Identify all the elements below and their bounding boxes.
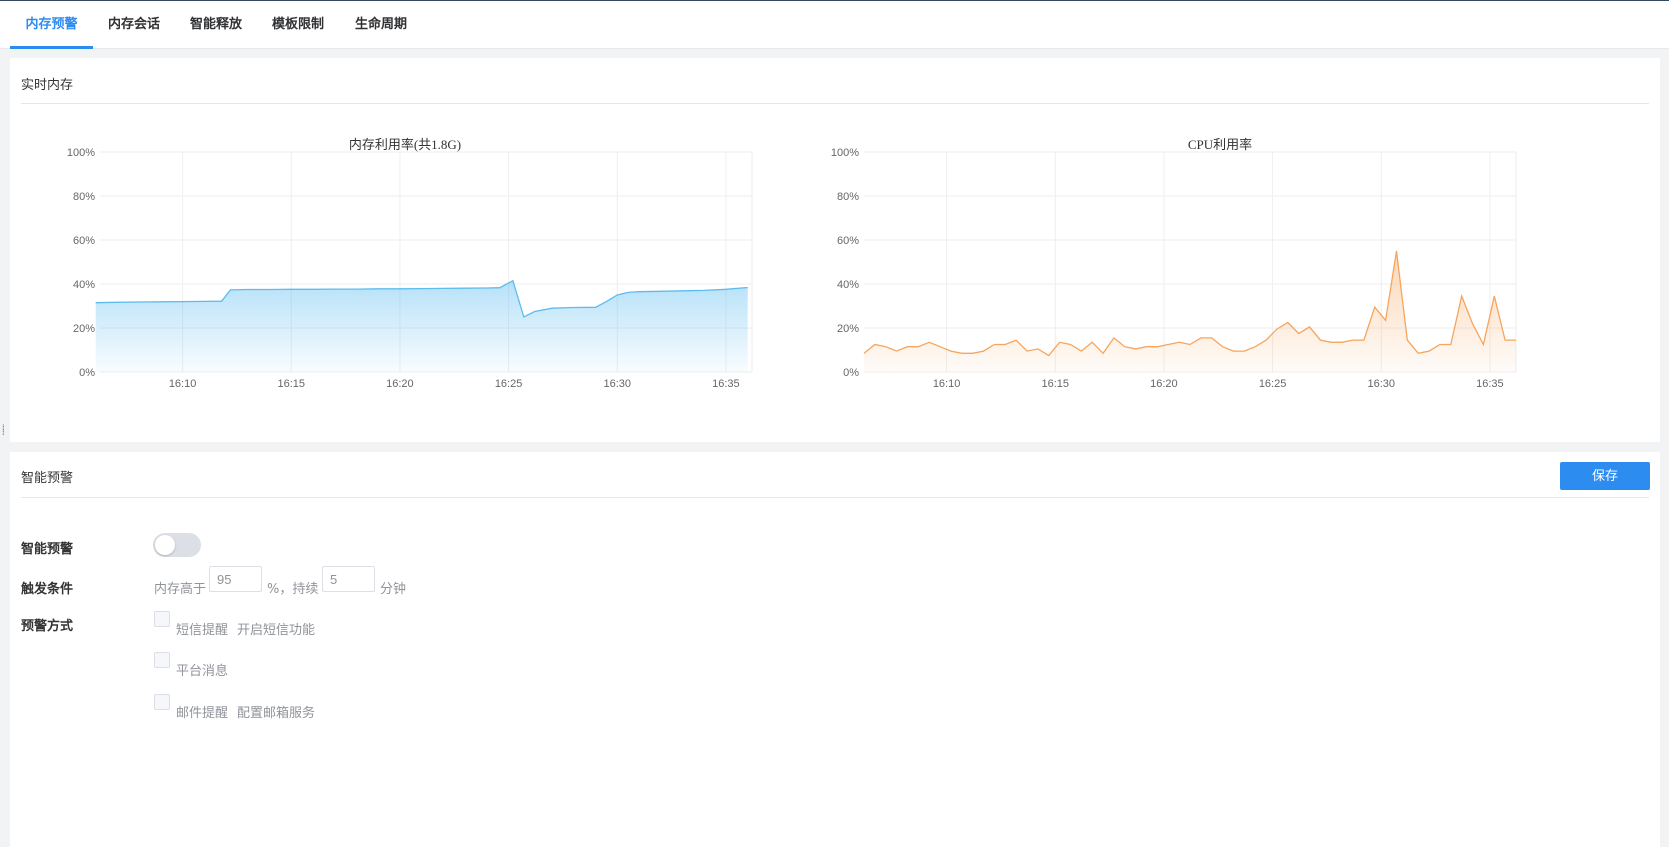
cpu-usage-chart: 0% 20% 40% 60% 80% 100% 16:10 16:15 16:20 16:25 16… xyxy=(831,147,1517,390)
enable-sms-link[interactable]: 开启短信功能 xyxy=(237,619,315,638)
trigger-suffix: 分钟 xyxy=(380,582,407,597)
x-tick-label: 16:30 xyxy=(603,378,631,390)
duration-input[interactable] xyxy=(322,566,375,592)
panel-divider xyxy=(21,103,1649,104)
x-tick-label: 16:25 xyxy=(1259,378,1287,390)
y-tick-label: 80% xyxy=(837,191,859,203)
y-tick-label: 0% xyxy=(843,367,859,379)
sms-checkbox[interactable] xyxy=(154,611,170,627)
tab-bar: 内存预警 内存会话 智能释放 模板限制 生命周期 xyxy=(0,1,1669,49)
y-tick-label: 0% xyxy=(79,367,95,379)
save-button[interactable]: 保存 xyxy=(1560,462,1650,490)
y-tick-label: 40% xyxy=(73,279,95,291)
memory-usage-chart: 0% 20% 40% 60% 80% 100% 16:10 16:15 16:20 16:25 16… xyxy=(67,147,753,390)
platform-message-label: 平台消息 xyxy=(176,664,229,679)
y-tick-label: 60% xyxy=(73,235,95,247)
threshold-input[interactable] xyxy=(209,566,262,592)
x-tick-label: 16:25 xyxy=(495,378,523,390)
x-tick-label: 16:20 xyxy=(386,378,414,390)
y-tick-label: 80% xyxy=(73,191,95,203)
alert-toggle[interactable] xyxy=(153,533,201,557)
y-tick-label: 100% xyxy=(831,147,859,159)
tab-memory-alert[interactable]: 内存预警 xyxy=(10,1,93,49)
trigger-label: 触发条件 xyxy=(21,582,74,597)
x-tick-label: 16:15 xyxy=(1041,378,1069,390)
enable-label: 智能预警 xyxy=(21,542,74,557)
panel-title: 实时内存 xyxy=(21,78,74,93)
x-tick-label: 16:35 xyxy=(712,378,740,390)
x-tick-label: 16:10 xyxy=(933,378,961,390)
sms-label: 短信提醒 xyxy=(176,623,229,638)
y-tick-label: 20% xyxy=(73,323,95,335)
panel-title: 智能预警 xyxy=(21,471,74,486)
email-checkbox[interactable] xyxy=(154,694,170,710)
series-line xyxy=(863,250,1516,357)
y-tick-label: 60% xyxy=(837,235,859,247)
y-tick-label: 40% xyxy=(837,279,859,291)
method-label: 预警方式 xyxy=(21,619,74,634)
platform-message-checkbox[interactable] xyxy=(154,652,170,668)
x-tick-label: 16:30 xyxy=(1367,378,1395,390)
trigger-prefix: 内存高于 xyxy=(154,582,207,597)
realtime-memory-panel: 实时内存 内存利用率(共1.8G) 0% 20% 40% 60% 80% 100% 16:1… xyxy=(10,58,1660,442)
email-label: 邮件提醒 xyxy=(176,706,229,721)
x-tick-label: 16:10 xyxy=(169,378,197,390)
x-tick-label: 16:15 xyxy=(277,378,305,390)
tab-lifecycle[interactable]: 生命周期 xyxy=(339,1,423,49)
drag-handle-icon[interactable]: ⁞ ⁞ xyxy=(2,424,8,439)
x-tick-label: 16:20 xyxy=(1150,378,1178,390)
tab-memory-session[interactable]: 内存会话 xyxy=(93,1,175,49)
x-tick-label: 16:35 xyxy=(1476,378,1504,390)
configure-email-link[interactable]: 配置邮箱服务 xyxy=(237,702,315,721)
trigger-mid: %，持续 xyxy=(267,582,319,597)
series-area xyxy=(95,280,748,372)
panel-divider xyxy=(21,497,1649,498)
y-tick-label: 100% xyxy=(67,147,95,159)
toggle-knob xyxy=(155,535,175,555)
y-tick-label: 20% xyxy=(837,323,859,335)
tab-template-limit[interactable]: 模板限制 xyxy=(257,1,339,49)
smart-alert-panel: 智能预警 保存 智能预警 触发条件 内存高于 %，持续 分钟 预警方式 短信提醒… xyxy=(10,452,1660,847)
tab-smart-release[interactable]: 智能释放 xyxy=(175,1,257,49)
